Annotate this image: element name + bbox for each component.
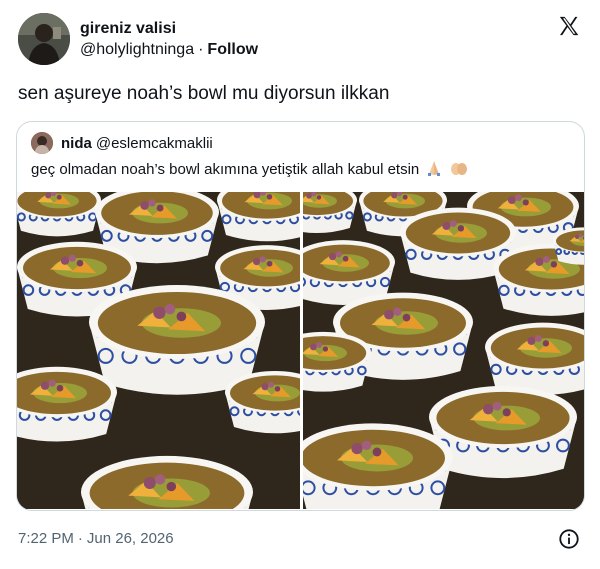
ashure-bowl (303, 192, 357, 233)
tweet-footer: 7:22 PM · Jun 26, 2026 (18, 528, 584, 550)
follow-button[interactable]: Follow (207, 41, 258, 58)
quoted-photo-left[interactable] (17, 192, 300, 509)
tweet-date: Jun 26, 2026 (86, 530, 174, 547)
quoted-tweet-text: geç olmadan noah’s bowl akımına yetiştik… (31, 161, 420, 178)
folded-hands-emoji (428, 161, 441, 176)
author-block: gireniz valisi @holylightninga · Follow (80, 19, 258, 61)
ashure-bowl (17, 366, 117, 442)
palms-up-emoji (450, 163, 467, 175)
author-handle-row: @holylightninga · Follow (80, 39, 258, 61)
tweet-time: 7:22 PM (18, 530, 74, 547)
ashure-bowl (303, 423, 453, 509)
quoted-photo-right[interactable] (303, 192, 584, 509)
author-handle[interactable]: @holylightninga (80, 41, 194, 58)
ashure-bowl (225, 371, 300, 434)
tweet-header: gireniz valisi @holylightninga · Follow (18, 13, 584, 65)
author-avatar[interactable] (18, 13, 70, 65)
quoted-author-handle: @eslemcakmaklii (95, 134, 213, 152)
quoted-tweet-text-row: geç olmadan noah’s bowl akımına yetiştik… (31, 160, 468, 180)
quoted-tweet-card[interactable]: nida @eslemcakmaklii geç olmadan noah’s … (16, 121, 585, 511)
separator-dot: · (198, 41, 204, 58)
quoted-author-name: nida (61, 134, 92, 152)
ashure-bowl (17, 192, 101, 237)
ashure-bowl (429, 385, 577, 479)
info-circle-icon[interactable] (558, 528, 580, 550)
ashure-bowl (303, 331, 371, 392)
timestamp[interactable]: 7:22 PM · Jun 26, 2026 (18, 530, 174, 547)
quoted-tweet-header: nida @eslemcakmaklii (31, 132, 213, 154)
separator-dot: · (77, 530, 83, 547)
ashure-bowl (217, 192, 300, 242)
tweet-text: sen aşureye noah’s bowl mu diyorsun ilkk… (18, 83, 390, 104)
quoted-author-avatar (31, 132, 53, 154)
x-logo-icon[interactable] (558, 15, 580, 37)
ashure-bowl (485, 322, 584, 395)
author-display-name[interactable]: gireniz valisi (80, 19, 258, 39)
